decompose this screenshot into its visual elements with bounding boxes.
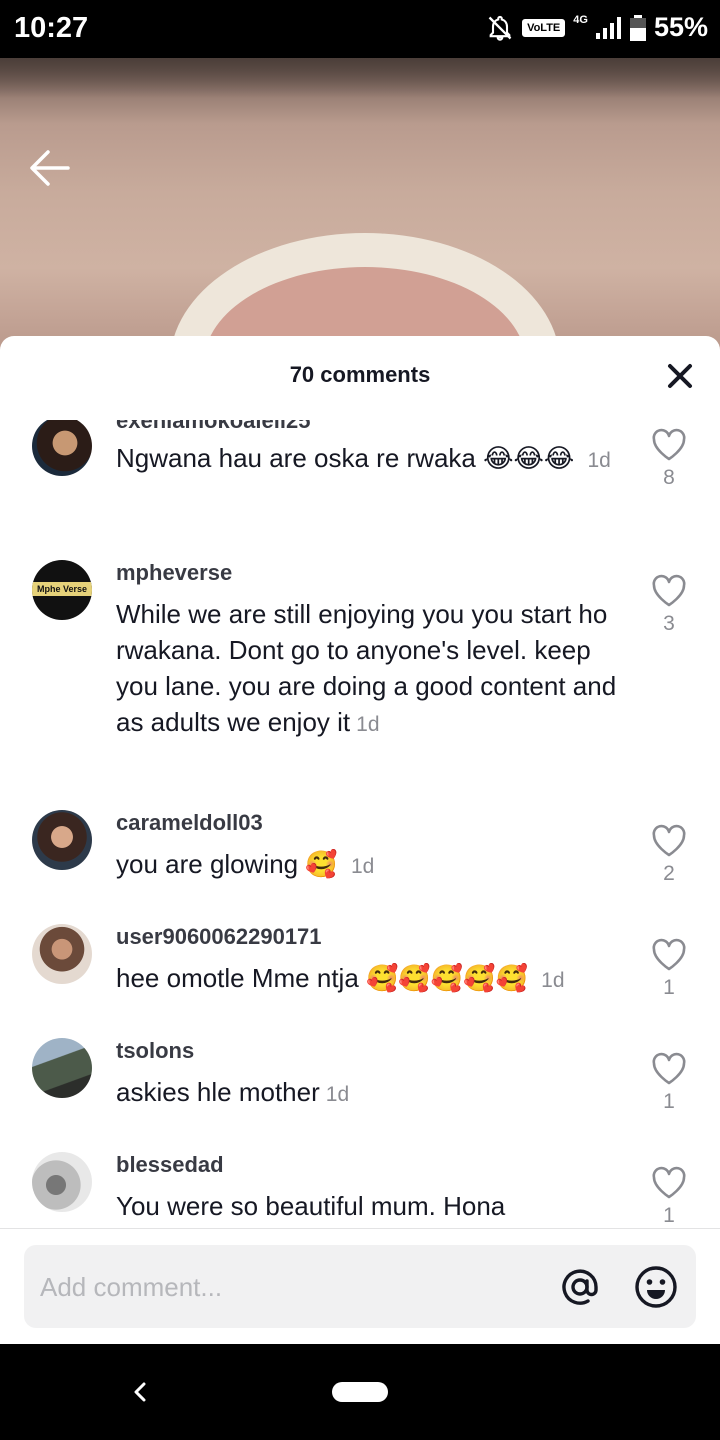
status-icons: VoLTE 4G 55% bbox=[486, 12, 708, 43]
comment-username[interactable]: blessedad bbox=[116, 1152, 224, 1178]
heart-outline-icon bbox=[652, 938, 686, 971]
comment-username[interactable]: exeniamokoaleli25 bbox=[116, 420, 310, 434]
heart-outline-icon bbox=[652, 574, 686, 607]
status-bar: 10:27 VoLTE 4G 55% bbox=[0, 0, 720, 58]
emoji: 😂😂😂 bbox=[483, 443, 575, 473]
system-nav-bar bbox=[0, 1344, 720, 1440]
comment-input[interactable] bbox=[40, 1267, 520, 1307]
comment-text: While we are still enjoying you you star… bbox=[116, 599, 617, 737]
like-button[interactable]: 1 bbox=[648, 938, 690, 1000]
like-count: 2 bbox=[663, 862, 675, 885]
like-count: 1 bbox=[663, 1090, 675, 1113]
heart-outline-icon bbox=[652, 1052, 686, 1085]
like-button[interactable]: 1 bbox=[648, 1166, 690, 1228]
like-count: 8 bbox=[663, 466, 675, 489]
network-type: 4G bbox=[573, 13, 588, 26]
comment-username[interactable]: mpheverse bbox=[116, 560, 232, 586]
comment-time: 1d bbox=[587, 449, 611, 472]
avatar[interactable] bbox=[32, 810, 92, 870]
comment-text: hee omotle Mme ntja 🥰🥰🥰🥰🥰 1d bbox=[116, 963, 565, 993]
nav-home-pill[interactable] bbox=[332, 1382, 388, 1402]
avatar[interactable] bbox=[32, 1152, 92, 1212]
heart-outline-icon bbox=[652, 1166, 686, 1199]
comment-username[interactable]: user9060062290171 bbox=[116, 924, 322, 950]
volte-badge: VoLTE bbox=[522, 18, 566, 37]
comments-sheet: 70 comments exeniamokoaleli25 Ngwana hau… bbox=[0, 336, 720, 1344]
avatar[interactable] bbox=[32, 924, 92, 984]
input-divider bbox=[0, 1228, 720, 1229]
nav-back-icon[interactable] bbox=[126, 1376, 154, 1408]
comment-time: 1d bbox=[541, 969, 565, 992]
comment-username[interactable]: tsolons bbox=[116, 1038, 194, 1064]
comment-text: You were so beautiful mum. Hona bbox=[116, 1191, 506, 1221]
heart-outline-icon bbox=[652, 824, 686, 857]
avatar[interactable]: Mphe Verse bbox=[32, 560, 92, 620]
comment-text: askies hle mother 1d bbox=[116, 1077, 350, 1107]
notifications-muted-icon bbox=[488, 15, 512, 41]
video-shadow bbox=[0, 58, 720, 98]
avatar[interactable] bbox=[32, 1038, 92, 1098]
comment-text: Ngwana hau are oska re rwaka 😂😂😂 1d bbox=[116, 443, 611, 473]
comments-title: 70 comments bbox=[289, 362, 431, 387]
like-button[interactable]: 2 bbox=[648, 824, 690, 886]
smiley-face-icon[interactable] bbox=[634, 1265, 678, 1309]
like-button[interactable]: 1 bbox=[648, 1052, 690, 1114]
emoji: 🥰 bbox=[305, 849, 338, 879]
battery-percent: 55% bbox=[653, 12, 708, 42]
comment-list[interactable]: exeniamokoaleli25 Ngwana hau are oska re… bbox=[0, 420, 720, 1228]
at-sign-icon[interactable] bbox=[558, 1265, 602, 1309]
like-count: 1 bbox=[663, 976, 675, 999]
comment-text: you are glowing 🥰 1d bbox=[116, 849, 375, 879]
comment-time: 1d bbox=[350, 855, 375, 878]
back-arrow-icon[interactable] bbox=[28, 146, 72, 190]
like-count: 1 bbox=[663, 1204, 675, 1227]
emoji: 🥰🥰🥰🥰🥰 bbox=[366, 963, 528, 993]
battery-icon bbox=[629, 14, 646, 41]
avatar-badge: Mphe Verse bbox=[32, 582, 92, 596]
like-button[interactable]: 8 bbox=[648, 428, 690, 490]
comment-time: 1d bbox=[356, 713, 380, 736]
like-button[interactable]: 3 bbox=[648, 574, 690, 636]
like-count: 3 bbox=[663, 612, 675, 635]
close-icon[interactable] bbox=[666, 362, 694, 390]
heart-outline-icon bbox=[652, 428, 686, 461]
comment-input-bar bbox=[24, 1245, 696, 1328]
status-time: 10:27 bbox=[14, 12, 89, 44]
signal-icon bbox=[595, 16, 621, 39]
avatar[interactable] bbox=[32, 420, 92, 476]
video-preview bbox=[0, 58, 720, 358]
comment-username[interactable]: carameldoll03 bbox=[116, 810, 263, 836]
comment-time: 1d bbox=[325, 1083, 350, 1106]
